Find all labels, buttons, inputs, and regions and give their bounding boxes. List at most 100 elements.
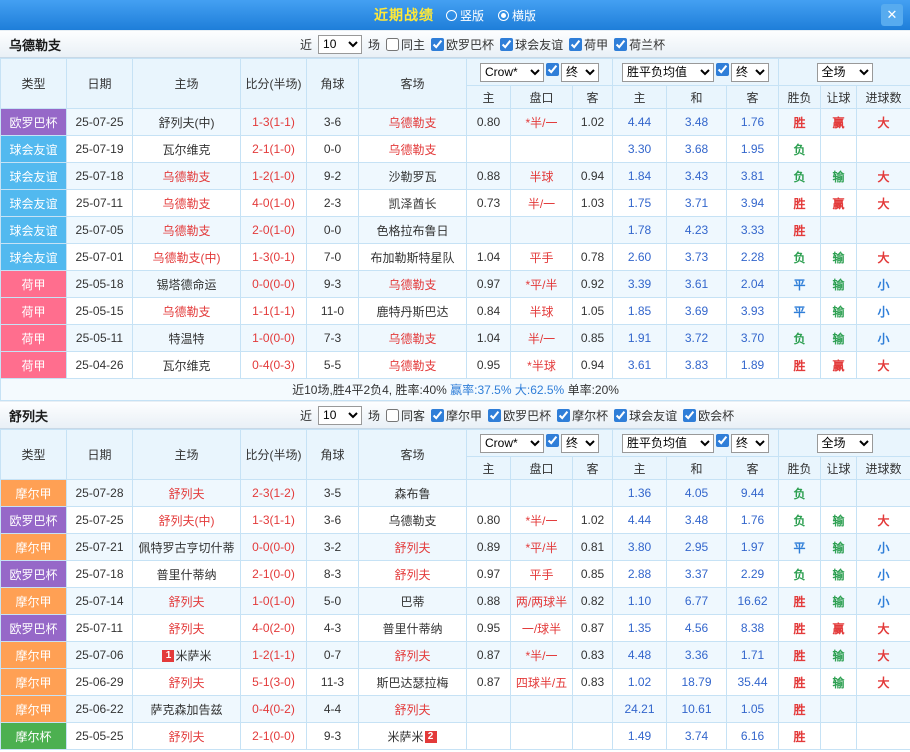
subcolumn-3: 主 — [613, 86, 667, 109]
filter-checkbox[interactable]: 摩尔甲 — [431, 407, 482, 424]
match-score: 2-3(1-2) — [241, 480, 307, 507]
checkbox-input[interactable] — [716, 434, 729, 447]
checkbox-input[interactable] — [431, 409, 444, 422]
end-avg-checkbox[interactable] — [716, 434, 729, 447]
match-row[interactable]: 摩尔甲25-07-14舒列夫1-0(1-0)5-0巴蒂0.88两/两球半0.82… — [1, 588, 910, 615]
checkbox-input[interactable] — [546, 63, 559, 76]
checkbox-input[interactable] — [546, 434, 559, 447]
match-date: 25-07-01 — [67, 244, 133, 271]
match-row[interactable]: 荷甲25-05-18锡塔德命运0-0(0-0)9-3乌德勒支0.97*平/半0.… — [1, 271, 910, 298]
match-row[interactable]: 荷甲25-04-26瓦尔维克0-4(0-3)5-5乌德勒支0.95*半球0.94… — [1, 352, 910, 379]
crow-away-odds: 1.05 — [573, 298, 613, 325]
match-date: 25-07-11 — [67, 615, 133, 642]
recent-count-select[interactable]: 10 — [318, 406, 362, 425]
handicap-line: 半球 — [511, 163, 573, 190]
match-row[interactable]: 摩尔甲25-07-28舒列夫2-3(1-2)3-5森布鲁1.364.059.44… — [1, 480, 910, 507]
match-row[interactable]: 摩尔甲25-07-061米萨米1-2(1-1)0-7舒列夫0.87*半/一0.8… — [1, 642, 910, 669]
checkbox-input[interactable] — [683, 409, 696, 422]
full-match-select[interactable]: 全场 — [817, 63, 873, 82]
match-row[interactable]: 摩尔甲25-06-22萨克森加告兹0-4(0-2)4-4舒列夫24.2110.6… — [1, 696, 910, 723]
filter-checkbox[interactable]: 欧会杯 — [683, 407, 734, 424]
filter-checkbox[interactable]: 欧罗巴杯 — [431, 36, 494, 53]
match-row[interactable]: 摩尔甲25-06-29舒列夫5-1(3-0)11-3斯巴达瑟拉梅0.87四球半/… — [1, 669, 910, 696]
crow-source-select[interactable]: Crow* — [480, 63, 544, 82]
checkbox-input[interactable] — [614, 38, 627, 51]
corner-score: 11-0 — [307, 298, 359, 325]
match-row[interactable]: 球会友谊25-07-11乌德勒支4-0(1-0)2-3凯泽酋长0.73半/一1.… — [1, 190, 910, 217]
filter-checkbox[interactable]: 球会友谊 — [500, 36, 563, 53]
filter-checkbox[interactable]: 欧罗巴杯 — [488, 407, 551, 424]
handicap-result-cell — [821, 217, 857, 244]
filter-checkbox[interactable]: 摩尔杯 — [557, 407, 608, 424]
handicap-result-cell: 赢 — [821, 615, 857, 642]
avg-away-odds: 2.28 — [727, 244, 779, 271]
match-row[interactable]: 欧罗巴杯25-07-25舒列夫(中)1-3(1-1)3-6乌德勒支0.80*半/… — [1, 507, 910, 534]
checkbox-input[interactable] — [569, 38, 582, 51]
match-date: 25-07-05 — [67, 217, 133, 244]
end-odds-checkbox[interactable] — [546, 63, 559, 76]
avg-draw-odds: 2.95 — [667, 534, 727, 561]
handicap-line: 四球半/五 — [511, 669, 573, 696]
radio-vertical[interactable]: 竖版 — [446, 7, 484, 24]
match-row[interactable]: 荷甲25-05-15乌德勒支1-1(1-1)11-0鹿特丹斯巴达0.84半球1.… — [1, 298, 910, 325]
end-avg-select[interactable]: 终 — [731, 434, 769, 453]
match-date: 25-07-19 — [67, 136, 133, 163]
team-text: 乌德勒支 — [162, 197, 210, 211]
match-row[interactable]: 摩尔杯25-05-25舒列夫2-1(0-0)9-3米萨米21.493.746.1… — [1, 723, 910, 750]
end-odds-select[interactable]: 终 — [561, 63, 599, 82]
home-team: 舒列夫 — [133, 669, 241, 696]
match-row[interactable]: 球会友谊25-07-05乌德勒支2-0(1-0)0-0色格拉布鲁日1.784.2… — [1, 217, 910, 244]
checkbox-label: 荷甲 — [584, 36, 608, 53]
filter-checkbox[interactable]: 球会友谊 — [614, 407, 677, 424]
avg-odds-select[interactable]: 胜平负均值 — [622, 434, 714, 453]
radio-horizontal[interactable]: 横版 — [498, 7, 536, 24]
checkbox-input[interactable] — [488, 409, 501, 422]
checkbox-input[interactable] — [500, 38, 513, 51]
crow-source-select[interactable]: Crow* — [480, 434, 544, 453]
league-badge: 摩尔杯 — [1, 723, 67, 750]
goals-result-cell: 小 — [857, 298, 910, 325]
checkbox-input[interactable] — [431, 38, 444, 51]
checkbox-input[interactable] — [386, 409, 399, 422]
match-row[interactable]: 荷甲25-05-11特温特1-0(0-0)7-3乌德勒支1.04半/一0.851… — [1, 325, 910, 352]
filter-checkbox[interactable]: 同主 — [386, 36, 425, 53]
match-row[interactable]: 球会友谊25-07-19瓦尔维克2-1(1-0)0-0乌德勒支3.303.681… — [1, 136, 910, 163]
close-button[interactable]: ✕ — [881, 4, 903, 26]
filter-checkbox[interactable]: 荷甲 — [569, 36, 608, 53]
end-avg-select[interactable]: 终 — [731, 63, 769, 82]
end-odds-select[interactable]: 终 — [561, 434, 599, 453]
match-row[interactable]: 球会友谊25-07-18乌德勒支1-2(1-0)9-2沙勒罗瓦0.88半球0.9… — [1, 163, 910, 190]
match-row[interactable]: 欧罗巴杯25-07-11舒列夫4-0(2-0)4-3普里什蒂纳0.95一/球半0… — [1, 615, 910, 642]
league-badge: 球会友谊 — [1, 163, 67, 190]
team-text: 佩特罗古亨切什蒂 — [138, 541, 234, 555]
handicap-line: 半/一 — [511, 325, 573, 352]
team-text: 普里什蒂纳 — [382, 622, 442, 636]
filter-checkbox[interactable]: 同客 — [386, 407, 425, 424]
goals-result-cell: 小 — [857, 271, 910, 298]
checkbox-input[interactable] — [614, 409, 627, 422]
filter-checkbox[interactable]: 荷兰杯 — [614, 36, 665, 53]
corner-score: 8-3 — [307, 561, 359, 588]
team-name: 乌德勒支 — [0, 35, 61, 54]
checkbox-input[interactable] — [716, 63, 729, 76]
match-row[interactable]: 摩尔甲25-07-21佩特罗古亨切什蒂0-0(0-0)3-2舒列夫0.89*平/… — [1, 534, 910, 561]
handicap-result-cell: 输 — [821, 507, 857, 534]
match-row[interactable]: 球会友谊25-07-01乌德勒支(中)1-3(0-1)7-0布加勒斯特星队1.0… — [1, 244, 910, 271]
avg-home-odds: 1.85 — [613, 298, 667, 325]
match-row[interactable]: 欧罗巴杯25-07-18普里什蒂纳2-1(0-0)8-3舒列夫0.97平手0.8… — [1, 561, 910, 588]
team-text: 瓦尔维克 — [162, 143, 210, 157]
checkbox-input[interactable] — [386, 38, 399, 51]
checkbox-input[interactable] — [557, 409, 570, 422]
avg-draw-odds: 4.05 — [667, 480, 727, 507]
avg-odds-select[interactable]: 胜平负均值 — [622, 63, 714, 82]
end-odds-checkbox[interactable] — [546, 434, 559, 447]
full-match-select[interactable]: 全场 — [817, 434, 873, 453]
recent-count-select[interactable]: 10 — [318, 35, 362, 54]
corner-score: 9-3 — [307, 723, 359, 750]
crow-home-odds: 0.87 — [467, 669, 511, 696]
match-row[interactable]: 欧罗巴杯25-07-25舒列夫(中)1-3(1-1)3-6乌德勒支0.80*半/… — [1, 109, 910, 136]
end-avg-checkbox[interactable] — [716, 63, 729, 76]
match-score: 2-0(1-0) — [241, 217, 307, 244]
checkbox-label: 欧罗巴杯 — [503, 407, 551, 424]
crow-home-odds — [467, 217, 511, 244]
